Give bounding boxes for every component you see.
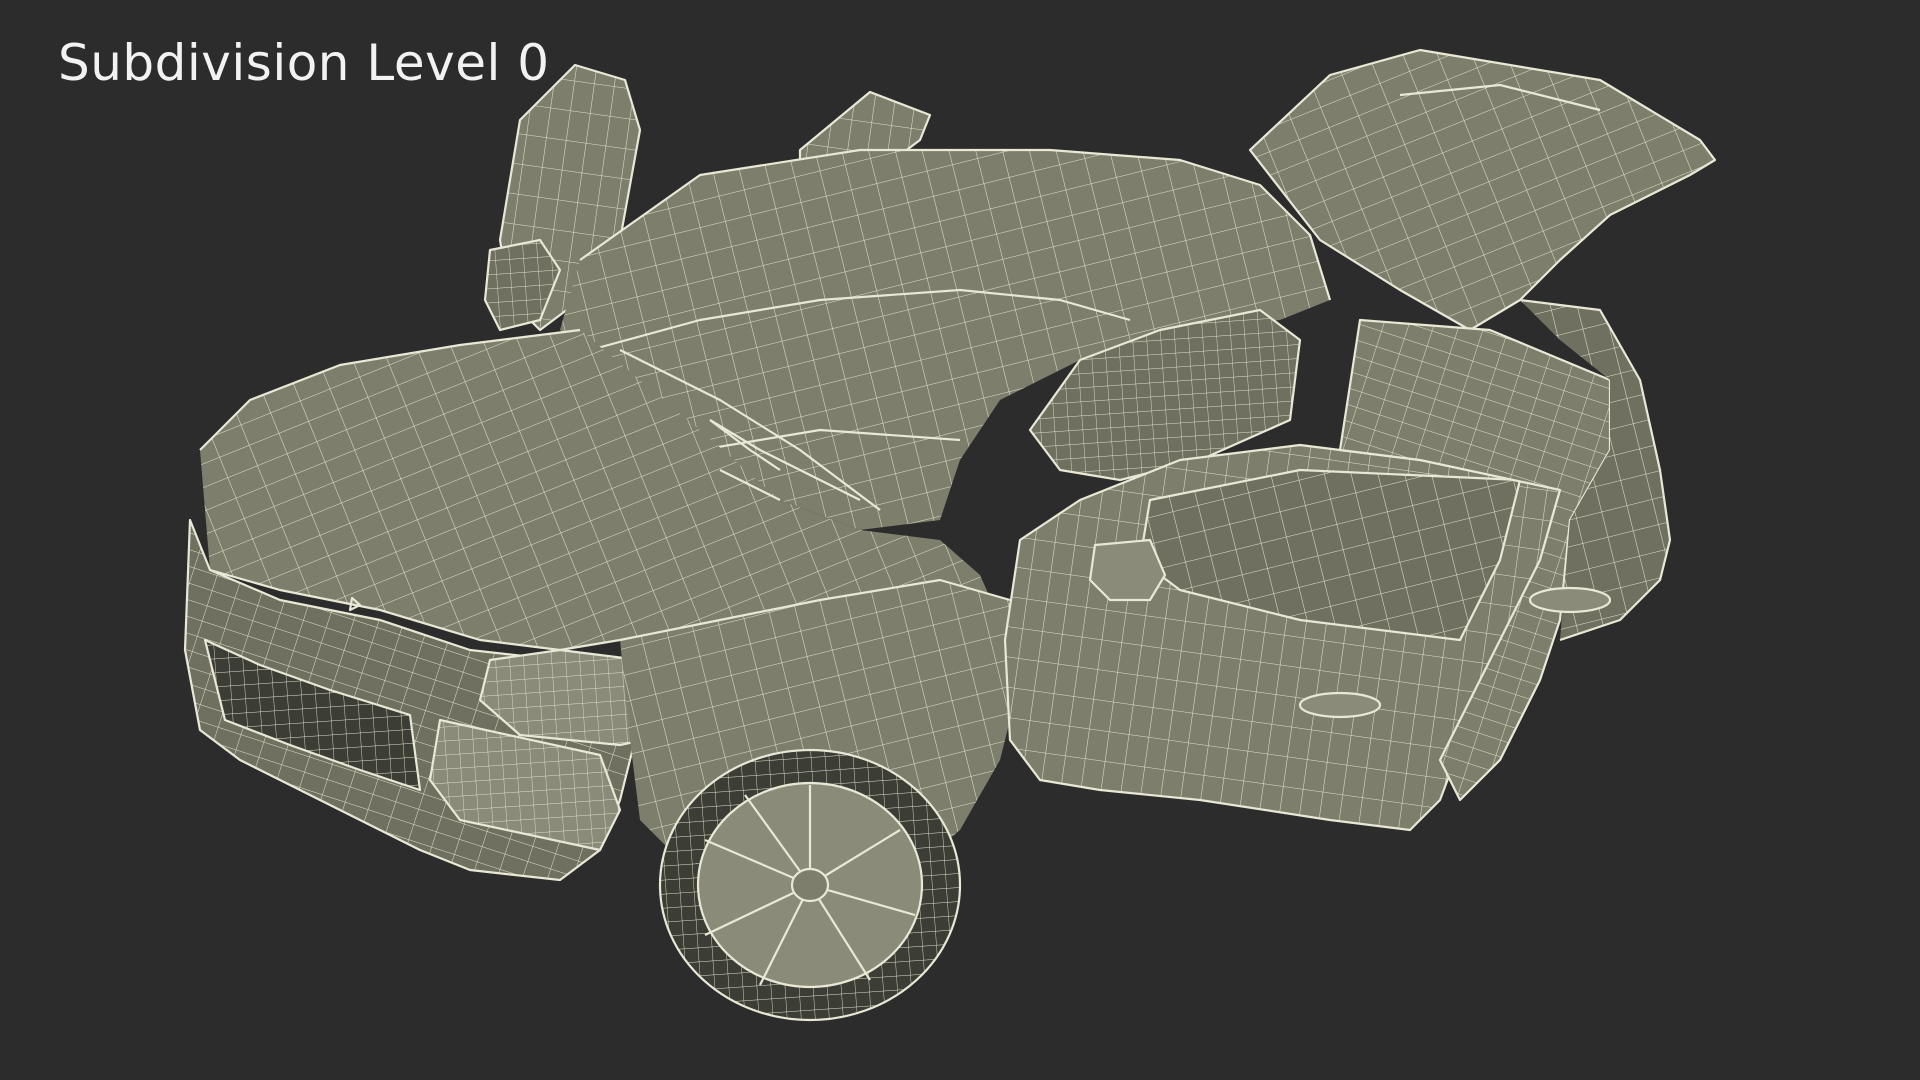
car-wireframe-model[interactable] xyxy=(0,0,1920,1080)
3d-viewport[interactable]: Subdivision Level 0 xyxy=(0,0,1920,1080)
front-wheel[interactable] xyxy=(658,748,962,1022)
